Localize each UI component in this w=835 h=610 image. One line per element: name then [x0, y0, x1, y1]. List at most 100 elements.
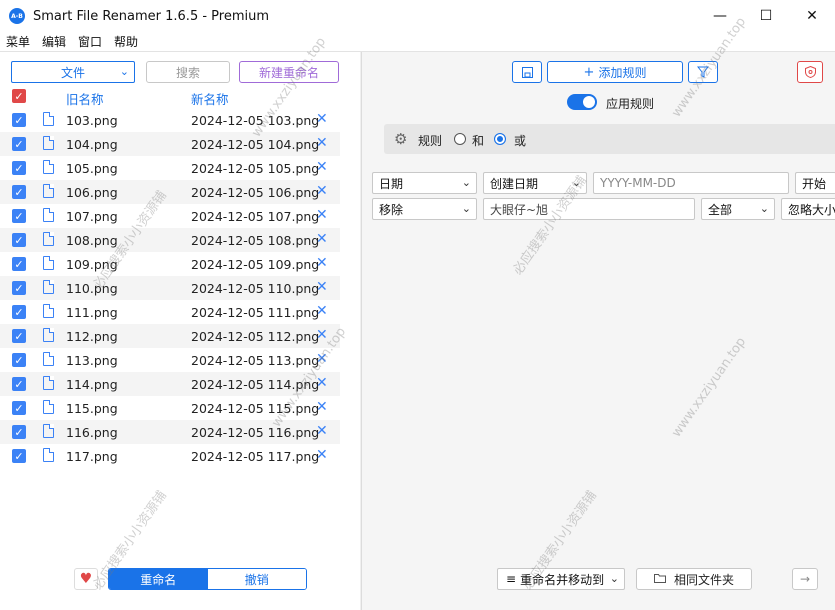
table-row[interactable]: ✓ 106.png 2024-12-05 106.png ✕ — [0, 180, 340, 204]
maximize-button[interactable]: ☐ — [743, 0, 789, 32]
remove-icon[interactable]: ✕ — [316, 255, 328, 271]
table-row[interactable]: ✓ 103.png 2024-12-05 103.png ✕ — [0, 108, 340, 132]
old-name: 110.png — [66, 281, 118, 296]
apply-rules-toggle[interactable] — [567, 94, 597, 110]
file-icon — [43, 160, 54, 174]
row-checkbox[interactable]: ✓ — [12, 329, 26, 343]
old-name: 104.png — [66, 137, 118, 152]
new-name: 2024-12-05 108.png — [191, 233, 320, 248]
table-row[interactable]: ✓ 108.png 2024-12-05 108.png ✕ — [0, 228, 340, 252]
remove-icon[interactable]: ✕ — [316, 279, 328, 295]
shield-icon[interactable] — [797, 61, 823, 83]
remove-icon[interactable]: ✕ — [316, 183, 328, 199]
table-row[interactable]: ✓ 115.png 2024-12-05 115.png ✕ — [0, 396, 340, 420]
table-row[interactable]: ✓ 116.png 2024-12-05 116.png ✕ — [0, 420, 340, 444]
table-row[interactable]: ✓ 113.png 2024-12-05 113.png ✕ — [0, 348, 340, 372]
app-title: Smart File Renamer 1.6.5 - Premium — [33, 8, 270, 24]
menu-window[interactable]: 窗口 — [78, 33, 102, 50]
new-name: 2024-12-05 105.png — [191, 161, 320, 176]
table-row[interactable]: ✓ 109.png 2024-12-05 109.png ✕ — [0, 252, 340, 276]
row-checkbox[interactable]: ✓ — [12, 233, 26, 247]
minimize-button[interactable]: — — [697, 0, 743, 32]
remove-icon[interactable]: ✕ — [316, 207, 328, 223]
old-name: 115.png — [66, 401, 118, 416]
rule1-type-select[interactable]: 日期 ⌄ — [372, 172, 477, 194]
new-name: 2024-12-05 104.png — [191, 137, 320, 152]
remove-icon[interactable]: ✕ — [316, 351, 328, 367]
add-rule-button[interactable]: + 添加规则 — [547, 61, 683, 83]
row-checkbox[interactable]: ✓ — [12, 305, 26, 319]
arrow-right-icon[interactable]: → — [792, 568, 818, 590]
row-checkbox[interactable]: ✓ — [12, 377, 26, 391]
search-button[interactable]: 搜索 — [146, 61, 230, 83]
remove-icon[interactable]: ✕ — [316, 399, 328, 415]
and-radio[interactable] — [454, 133, 466, 145]
row-checkbox[interactable]: ✓ — [12, 209, 26, 223]
table-row[interactable]: ✓ 104.png 2024-12-05 104.png ✕ — [0, 132, 340, 156]
save-icon[interactable] — [512, 61, 542, 83]
table-row[interactable]: ✓ 110.png 2024-12-05 110.png ✕ — [0, 276, 340, 300]
row-checkbox[interactable]: ✓ — [12, 401, 26, 415]
row-checkbox[interactable]: ✓ — [12, 113, 26, 127]
app-logo-icon: A-B — [9, 8, 25, 24]
row-checkbox[interactable]: ✓ — [12, 449, 26, 463]
new-rename-button[interactable]: 新建重命名 — [239, 61, 339, 83]
row-checkbox[interactable]: ✓ — [12, 185, 26, 199]
close-button[interactable]: ✕ — [789, 0, 835, 32]
remove-icon[interactable]: ✕ — [316, 231, 328, 247]
remove-icon[interactable]: ✕ — [316, 327, 328, 343]
remove-icon[interactable]: ✕ — [316, 159, 328, 175]
row-checkbox[interactable]: ✓ — [12, 281, 26, 295]
table-row[interactable]: ✓ 111.png 2024-12-05 111.png ✕ — [0, 300, 340, 324]
menu-main[interactable]: 菜单 — [6, 33, 30, 50]
menu-edit[interactable]: 编辑 — [42, 33, 66, 50]
row-checkbox[interactable]: ✓ — [12, 425, 26, 439]
apply-rules-label: 应用规则 — [606, 97, 655, 111]
heart-icon[interactable]: ♥ — [74, 568, 98, 590]
chevron-down-icon: ⌄ — [461, 176, 471, 189]
file-icon — [43, 448, 54, 462]
row-checkbox[interactable]: ✓ — [12, 137, 26, 151]
rename-move-value: 重命名并移动到 — [520, 572, 605, 587]
remove-icon[interactable]: ✕ — [316, 447, 328, 463]
table-row[interactable]: ✓ 105.png 2024-12-05 105.png ✕ — [0, 156, 340, 180]
remove-icon[interactable]: ✕ — [316, 303, 328, 319]
remove-icon[interactable]: ✕ — [316, 375, 328, 391]
gear-icon[interactable]: ⚙ — [394, 130, 407, 148]
rename-move-select[interactable]: ≡ 重命名并移动到 ⌄ — [497, 568, 625, 590]
old-name: 116.png — [66, 425, 118, 440]
file-icon — [43, 424, 54, 438]
menu-help[interactable]: 帮助 — [114, 33, 138, 50]
table-row[interactable]: ✓ 114.png 2024-12-05 114.png ✕ — [0, 372, 340, 396]
table-row[interactable]: ✓ 117.png 2024-12-05 117.png ✕ — [0, 444, 340, 468]
add-rule-label: 添加规则 — [598, 65, 647, 80]
rule2-text-input[interactable]: 大眼仔~旭 — [483, 198, 695, 220]
remove-icon[interactable]: ✕ — [316, 111, 328, 127]
column-header-old[interactable]: 旧名称 — [66, 89, 104, 108]
row-checkbox[interactable]: ✓ — [12, 353, 26, 367]
row-checkbox[interactable]: ✓ — [12, 161, 26, 175]
same-folder-button[interactable]: 相同文件夹 — [636, 568, 752, 590]
new-name: 2024-12-05 113.png — [191, 353, 320, 368]
remove-icon[interactable]: ✕ — [316, 135, 328, 151]
rule2-type-select[interactable]: 移除 ⌄ — [372, 198, 477, 220]
rules-label: 规则 — [418, 134, 443, 148]
row-checkbox[interactable]: ✓ — [12, 257, 26, 271]
or-radio[interactable] — [494, 133, 506, 145]
rule2-case-select[interactable]: 忽略大小 — [781, 198, 835, 220]
rule1-source-select[interactable]: 创建日期 ⌄ — [483, 172, 587, 194]
and-label: 和 — [472, 134, 485, 148]
chevron-down-icon: ⌄ — [609, 572, 619, 585]
rename-button[interactable]: 重命名 — [109, 569, 208, 589]
rule2-scope-select[interactable]: 全部 ⌄ — [701, 198, 775, 220]
table-row[interactable]: ✓ 107.png 2024-12-05 107.png ✕ — [0, 204, 340, 228]
select-all-checkbox[interactable]: ✓ — [12, 89, 26, 103]
rule1-position-select[interactable]: 开始 — [795, 172, 835, 194]
column-header-new[interactable]: 新名称 — [191, 89, 229, 108]
table-row[interactable]: ✓ 112.png 2024-12-05 112.png ✕ — [0, 324, 340, 348]
remove-icon[interactable]: ✕ — [316, 423, 328, 439]
undo-button[interactable]: 撤销 — [207, 569, 306, 589]
filter-icon[interactable] — [688, 61, 718, 83]
type-select[interactable]: 文件 ⌄ — [11, 61, 135, 83]
rule1-format-input[interactable]: YYYY-MM-DD — [593, 172, 789, 194]
